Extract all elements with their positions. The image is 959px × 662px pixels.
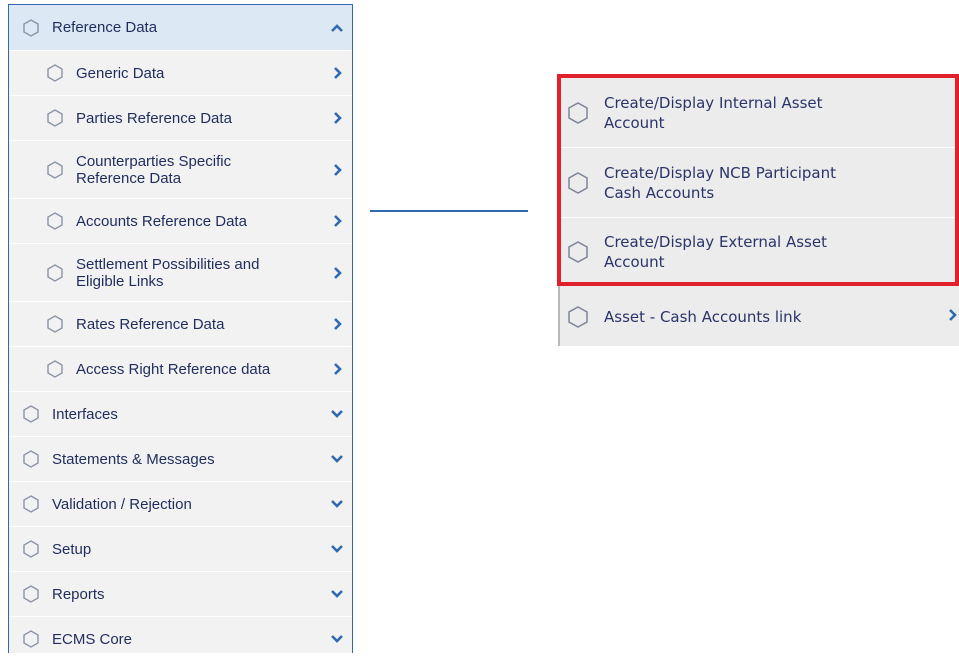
sidebar-item-access-right-reference-data[interactable]: Access Right Reference data bbox=[9, 347, 352, 392]
chevron-right-icon[interactable] bbox=[330, 266, 344, 280]
chevron-down-icon[interactable] bbox=[330, 452, 344, 466]
chevron-down-icon[interactable] bbox=[330, 407, 344, 421]
hexagon-icon bbox=[566, 171, 590, 195]
chevron-right-icon[interactable] bbox=[330, 214, 344, 228]
sidebar-section-label: ECMS Core bbox=[52, 630, 133, 648]
sidebar-section-interfaces[interactable]: Interfaces bbox=[9, 392, 352, 437]
sidebar-item-counterparties-specific-reference-data[interactable]: Counterparties Specific Reference Data bbox=[9, 141, 352, 199]
sidebar-item-label: Rates Reference Data bbox=[76, 315, 225, 333]
sidebar-section-label: Setup bbox=[52, 540, 92, 558]
hexagon-icon bbox=[45, 63, 65, 83]
submenu-item-label: Create/Display External Asset Account bbox=[604, 232, 827, 271]
hexagon-icon bbox=[21, 18, 41, 38]
hexagon-icon bbox=[21, 584, 41, 604]
sidebar-item-label: Accounts Reference Data bbox=[76, 212, 247, 230]
chevron-right-icon[interactable] bbox=[330, 362, 344, 376]
hexagon-icon bbox=[566, 240, 590, 264]
submenu-item-label: Create/Display NCB Participant Cash Acco… bbox=[604, 163, 837, 202]
sidebar-section-validation-rejection[interactable]: Validation / Rejection bbox=[9, 482, 352, 527]
sidebar-section-reference-data[interactable]: Reference Data bbox=[9, 5, 352, 51]
sidebar-section-label: Interfaces bbox=[52, 405, 118, 423]
hexagon-icon bbox=[45, 359, 65, 379]
chevron-right-icon[interactable] bbox=[330, 66, 344, 80]
sidebar-item-label: Parties Reference Data bbox=[76, 109, 232, 127]
sidebar-section-setup[interactable]: Setup bbox=[9, 527, 352, 572]
sidebar-section-ecms-core[interactable]: ECMS Core bbox=[9, 617, 352, 662]
submenu-item-internal-asset-account[interactable]: Create/Display Internal Asset Account bbox=[560, 78, 959, 148]
chevron-down-icon[interactable] bbox=[330, 497, 344, 511]
sidebar-item-settlement-possibilities[interactable]: Settlement Possibilities and Eligible Li… bbox=[9, 244, 352, 302]
hexagon-icon bbox=[566, 101, 590, 125]
hexagon-icon bbox=[45, 211, 65, 231]
sidebar-item-rates-reference-data[interactable]: Rates Reference Data bbox=[9, 302, 352, 347]
chevron-right-icon[interactable] bbox=[330, 163, 344, 177]
submenu-item-label: Asset - Cash Accounts link bbox=[604, 308, 802, 326]
sidebar-section-reports[interactable]: Reports bbox=[9, 572, 352, 617]
submenu-item-label: Create/Display Internal Asset Account bbox=[604, 93, 823, 132]
sidebar-item-label: Counterparties Specific Reference Data bbox=[76, 152, 232, 187]
sidebar-section-label: Statements & Messages bbox=[52, 450, 215, 468]
sidebar-item-accounts-reference-data[interactable]: Accounts Reference Data bbox=[9, 199, 352, 244]
hexagon-icon bbox=[21, 539, 41, 559]
sidebar-item-generic-data[interactable]: Generic Data bbox=[9, 51, 352, 96]
submenu-item-external-asset-account[interactable]: Create/Display External Asset Account bbox=[560, 218, 959, 286]
sidebar-item-label: Access Right Reference data bbox=[76, 360, 271, 378]
hexagon-icon bbox=[45, 108, 65, 128]
submenu-item-ncb-participant-cash-accounts[interactable]: Create/Display NCB Participant Cash Acco… bbox=[560, 148, 959, 218]
hexagon-icon bbox=[21, 449, 41, 469]
hexagon-icon bbox=[45, 263, 65, 283]
hexagon-icon bbox=[21, 629, 41, 649]
chevron-right-icon[interactable] bbox=[330, 317, 344, 331]
sidebar-section-label: Reference Data bbox=[52, 19, 158, 36]
chevron-up-icon[interactable] bbox=[330, 21, 344, 35]
sidebar-section-statements-messages[interactable]: Statements & Messages bbox=[9, 437, 352, 482]
chevron-down-icon[interactable] bbox=[330, 542, 344, 556]
chevron-right-icon[interactable] bbox=[330, 111, 344, 125]
hexagon-icon bbox=[45, 314, 65, 334]
navigation-sidebar: Reference Data Generic Data Parties Refe… bbox=[8, 4, 353, 662]
chevron-right-icon[interactable] bbox=[947, 307, 957, 327]
submenu-item-asset-cash-accounts-link[interactable]: Asset - Cash Accounts link bbox=[560, 292, 959, 342]
sidebar-item-label: Settlement Possibilities and Eligible Li… bbox=[76, 255, 260, 290]
submenu-panel: Create/Display Internal Asset Account Cr… bbox=[558, 74, 959, 346]
sidebar-section-label: Validation / Rejection bbox=[52, 495, 192, 513]
sidebar-section-label: Reports bbox=[52, 585, 105, 603]
hexagon-icon bbox=[566, 305, 590, 329]
hexagon-icon bbox=[45, 160, 65, 180]
chevron-down-icon[interactable] bbox=[330, 587, 344, 601]
sidebar-item-parties-reference-data[interactable]: Parties Reference Data bbox=[9, 96, 352, 141]
hexagon-icon bbox=[21, 404, 41, 424]
chevron-down-icon[interactable] bbox=[330, 632, 344, 646]
connector-line bbox=[370, 210, 528, 212]
hexagon-icon bbox=[21, 494, 41, 514]
sidebar-item-label: Generic Data bbox=[76, 64, 165, 82]
